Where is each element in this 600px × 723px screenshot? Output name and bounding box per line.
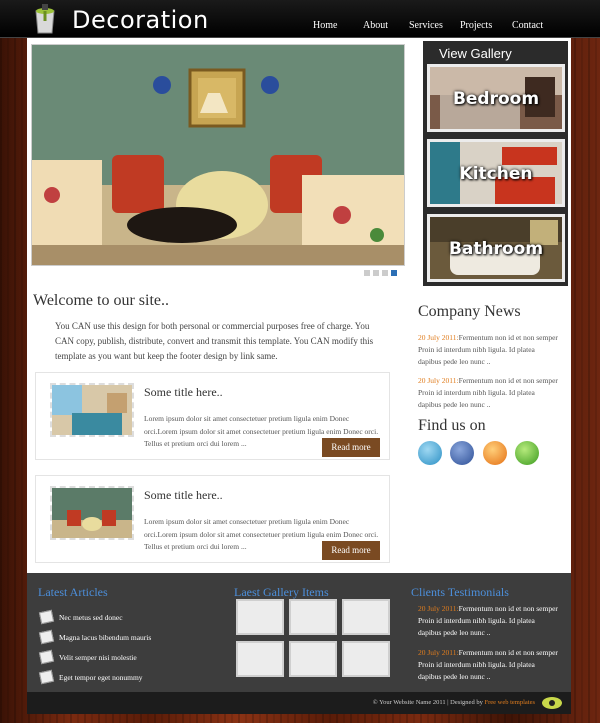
gallery-title: View Gallery: [439, 46, 512, 61]
designer-link[interactable]: Free web templates: [484, 699, 535, 706]
note-icon: [38, 609, 55, 625]
post-thumbnail[interactable]: [50, 486, 134, 540]
delicious-icon[interactable]: [515, 441, 539, 465]
gallery-thumbnail[interactable]: [289, 641, 337, 677]
copyright-bar: © Your Website Name 2011 | Designed by F…: [27, 692, 571, 714]
paint-bucket-icon: [35, 4, 55, 34]
gallery-thumbnail[interactable]: [236, 599, 284, 635]
news-item: 20 July 2011:Fermentum non id et non sem…: [418, 375, 560, 411]
article-label: Velit semper nisi molestie: [59, 652, 137, 662]
article-link[interactable]: Eget tempor eget nonummy: [38, 669, 143, 685]
article-label: Nec metus sed donec: [59, 612, 123, 622]
slider-dot[interactable]: [364, 270, 370, 276]
article-label: Magna lacus bibendum mauris: [59, 632, 152, 642]
eye-logo-icon: [542, 697, 562, 709]
gallery-thumbnail[interactable]: [342, 641, 390, 677]
testimonial-date: 20 July 2011:: [418, 648, 459, 657]
latest-articles-title: Latest Articles: [38, 585, 108, 599]
view-gallery-panel: View Gallery Bedroom Kitchen Bathroom: [423, 41, 568, 286]
read-more-button[interactable]: Read more: [322, 541, 380, 560]
nav-home[interactable]: Home: [313, 20, 337, 31]
testimonial-item: 20 July 2011:Fermentum non id et non sem…: [418, 603, 560, 639]
post-title[interactable]: Some title here..: [144, 488, 223, 503]
nav-contact[interactable]: Contact: [512, 20, 543, 31]
post-thumbnail[interactable]: [50, 383, 134, 437]
find-us-title: Find us on: [418, 417, 486, 434]
gallery-thumbnail[interactable]: [236, 641, 284, 677]
header-bar: Decoration Home About Services Projects …: [0, 0, 600, 38]
post-card: Some title here.. Lorem ipsum dolor sit …: [35, 372, 390, 460]
slider-dot[interactable]: [373, 270, 379, 276]
hero-slider[interactable]: [31, 44, 405, 266]
gallery-thumbnail[interactable]: [289, 599, 337, 635]
company-news-title: Company News: [418, 303, 521, 320]
gallery-label: Kitchen: [459, 164, 533, 184]
nav-about[interactable]: About: [363, 20, 388, 31]
article-link[interactable]: Velit semper nisi molestie: [38, 649, 137, 665]
news-date: 20 July 2011:: [418, 333, 459, 342]
read-more-button[interactable]: Read more: [322, 438, 380, 457]
site-logo[interactable]: Decoration: [72, 6, 209, 34]
gallery-item-kitchen[interactable]: Kitchen: [427, 139, 565, 207]
note-icon: [38, 649, 55, 665]
nav-projects[interactable]: Projects: [460, 20, 492, 31]
gallery-item-bathroom[interactable]: Bathroom: [427, 214, 565, 282]
post-card: Some title here.. Lorem ipsum dolor sit …: [35, 475, 390, 563]
gallery-item-bedroom[interactable]: Bedroom: [427, 64, 565, 132]
testimonials-title: Clients Testimonials: [411, 585, 509, 599]
bedroom-thumbnail-image: [52, 385, 132, 435]
post-title[interactable]: Some title here..: [144, 385, 223, 400]
news-item: 20 July 2011:Fermentum non id et non sem…: [418, 332, 560, 368]
article-link[interactable]: Nec metus sed donec: [38, 609, 123, 625]
note-icon: [38, 629, 55, 645]
article-label: Eget tempor eget nonummy: [59, 672, 143, 682]
news-date: 20 July 2011:: [418, 376, 459, 385]
rss-icon[interactable]: [483, 441, 507, 465]
living-room-thumbnail-image: [52, 488, 132, 538]
welcome-text: You CAN use this design for both persona…: [55, 321, 374, 361]
facebook-icon[interactable]: [450, 441, 474, 465]
gallery-items-title: Laest Gallery Items: [234, 585, 329, 599]
slider-dot-active[interactable]: [391, 270, 397, 276]
note-icon: [38, 669, 55, 685]
gallery-label: Bathroom: [448, 239, 544, 259]
nav-services[interactable]: Services: [409, 20, 443, 31]
copyright-label: © Your Website Name 2011 | Designed by: [372, 699, 485, 706]
gallery-label: Bedroom: [452, 89, 540, 109]
testimonial-date: 20 July 2011:: [418, 604, 459, 613]
slider-dot[interactable]: [382, 270, 388, 276]
copyright-text: © Your Website Name 2011 | Designed by F…: [373, 699, 535, 706]
slider-pagination: [364, 270, 397, 276]
living-room-image: [32, 45, 404, 265]
welcome-title: Welcome to our site..: [33, 292, 170, 309]
twitter-icon[interactable]: [418, 441, 442, 465]
article-link[interactable]: Magna lacus bibendum mauris: [38, 629, 152, 645]
testimonial-item: 20 July 2011:Fermentum non id et non sem…: [418, 647, 560, 683]
gallery-thumbnail[interactable]: [342, 599, 390, 635]
